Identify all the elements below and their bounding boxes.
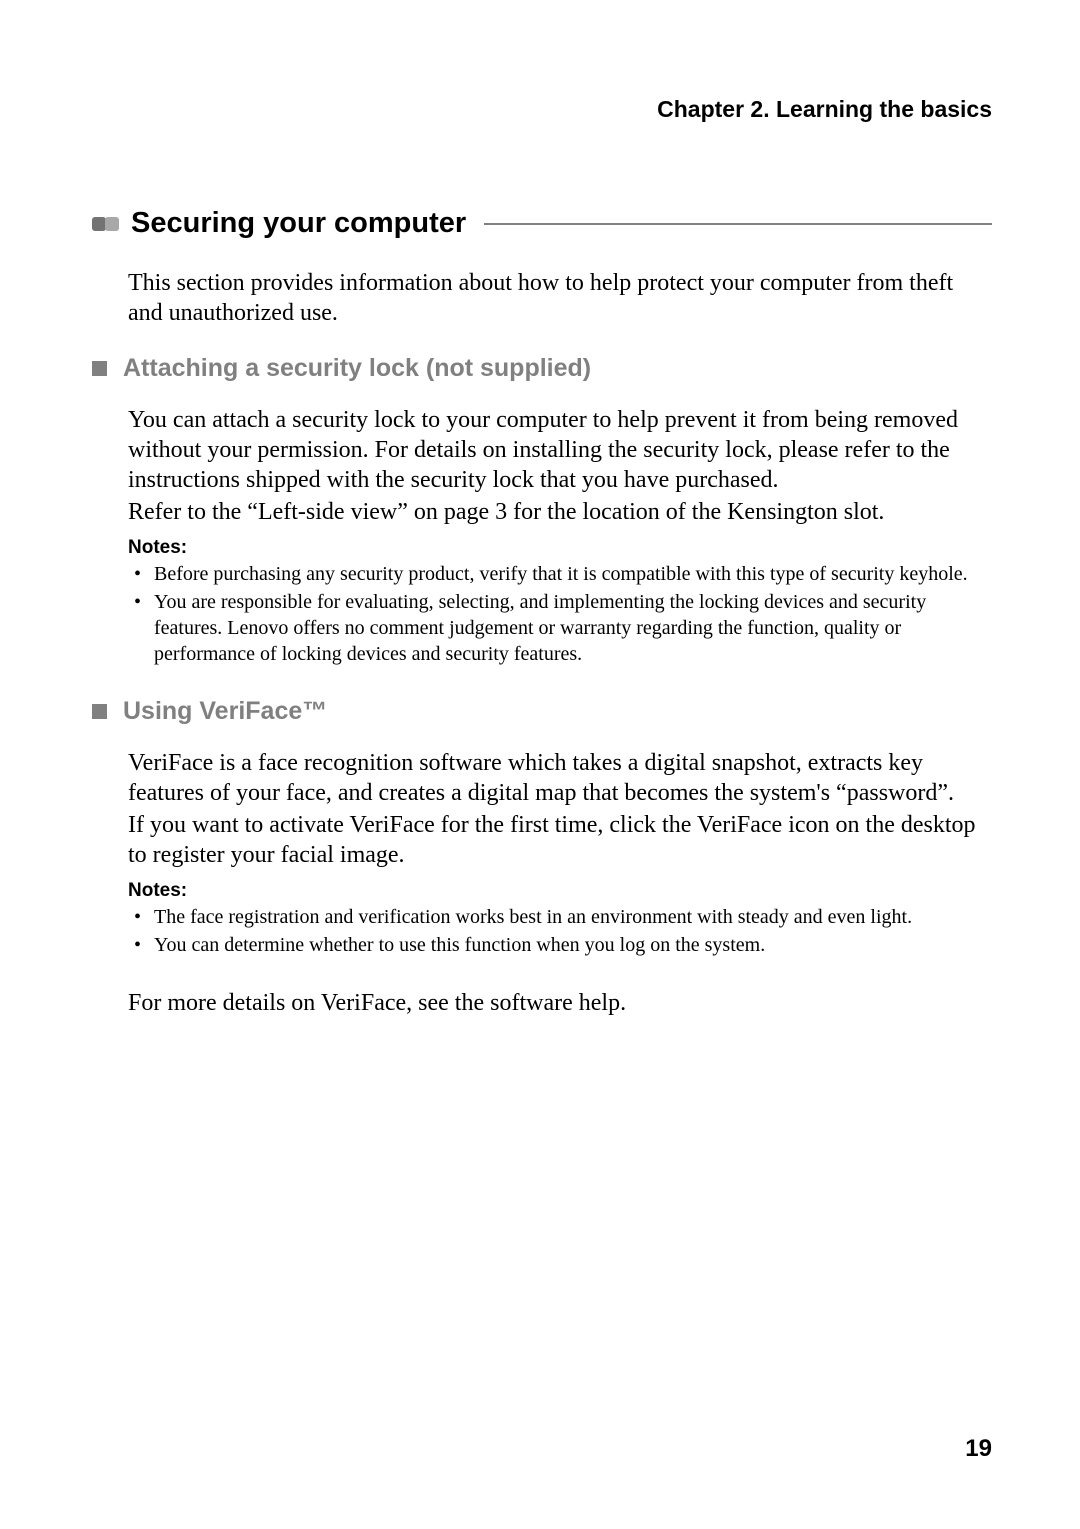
note-item: The face registration and verification w… — [128, 904, 992, 930]
note-item: You are responsible for evaluating, sele… — [128, 589, 992, 667]
body-paragraph: You can attach a security lock to your c… — [128, 405, 992, 495]
body-paragraph: VeriFace is a face recognition software … — [128, 748, 992, 808]
section-heading-row: Securing your computer — [92, 207, 992, 240]
body-paragraph: Refer to the “Left-side view” on page 3 … — [128, 497, 992, 527]
square-bullet-icon — [92, 361, 107, 376]
notes-block: Notes: The face registration and verific… — [128, 880, 992, 958]
notes-label: Notes: — [128, 537, 992, 559]
section-bullet-icon — [92, 217, 119, 231]
subsection-title: Using VeriFace™ — [123, 697, 327, 726]
subsection-title: Attaching a security lock (not supplied) — [123, 354, 591, 383]
notes-list: Before purchasing any security product, … — [128, 561, 992, 667]
square-bullet-icon — [92, 704, 107, 719]
section-intro: This section provides information about … — [128, 268, 992, 328]
notes-label: Notes: — [128, 880, 992, 902]
note-item: Before purchasing any security product, … — [128, 561, 992, 587]
page-number: 19 — [965, 1435, 992, 1463]
closing-paragraph: For more details on VeriFace, see the so… — [128, 988, 992, 1018]
notes-list: The face registration and verification w… — [128, 904, 992, 958]
notes-block: Notes: Before purchasing any security pr… — [128, 537, 992, 667]
subsection-heading-row: Using VeriFace™ — [92, 697, 992, 726]
section-title: Securing your computer — [131, 207, 466, 240]
subsection-heading-row: Attaching a security lock (not supplied) — [92, 354, 992, 383]
note-item: You can determine whether to use this fu… — [128, 932, 992, 958]
horizontal-rule-icon — [484, 223, 992, 225]
body-paragraph: If you want to activate VeriFace for the… — [128, 810, 992, 870]
chapter-header: Chapter 2. Learning the basics — [92, 96, 992, 123]
